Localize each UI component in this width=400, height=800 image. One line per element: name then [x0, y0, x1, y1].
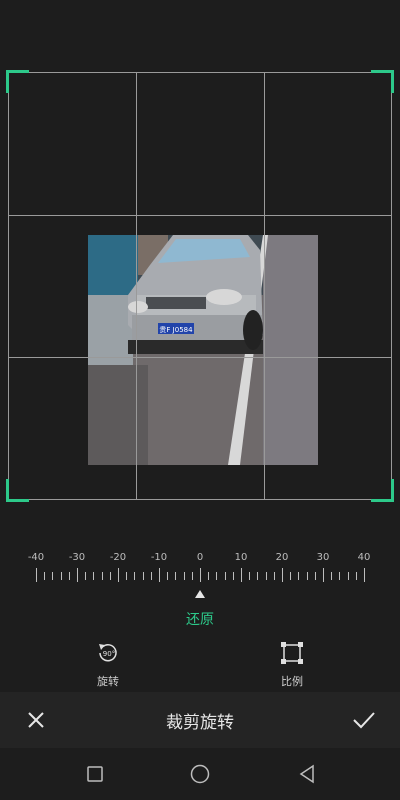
- ruler-label: 40: [357, 552, 371, 563]
- rotate-button[interactable]: 90° 旋转: [78, 640, 138, 689]
- ruler-tick-minor: [60, 572, 62, 580]
- ruler-label: -30: [68, 552, 86, 563]
- ruler-tick-minor: [183, 572, 185, 580]
- rotation-ruler[interactable]: -40 -30 -20 -10 0 10 20 30 40: [20, 552, 380, 592]
- crop-handle-bottom-left[interactable]: [6, 479, 29, 502]
- ruler-tick-minor: [142, 572, 144, 580]
- ruler-tick-major: [364, 568, 365, 582]
- ruler-tick-minor: [85, 572, 87, 580]
- ruler-tick-minor: [273, 572, 275, 580]
- ruler-tick-minor: [208, 572, 210, 580]
- ruler-tick-minor: [347, 572, 349, 580]
- ruler-tick-major: [323, 568, 324, 582]
- crop-area[interactable]: 贵F J0584: [6, 70, 394, 502]
- crop-handle-top-left[interactable]: [6, 70, 29, 93]
- crop-frame: [8, 72, 392, 500]
- ruler-label: -40: [27, 552, 45, 563]
- aspect-ratio-icon: [281, 642, 303, 664]
- ruler-tick-minor: [68, 572, 70, 580]
- ruler-label: -10: [150, 552, 168, 563]
- ruler-tick-minor: [167, 572, 169, 580]
- ruler-tick-minor: [126, 572, 128, 580]
- ratio-label: 比例: [281, 675, 303, 688]
- ruler-tick-major: [282, 568, 283, 582]
- ruler-tick-minor: [216, 572, 218, 580]
- ruler-tick-minor: [224, 572, 226, 580]
- ratio-button[interactable]: 比例: [262, 640, 322, 689]
- ruler-tick-minor: [101, 572, 103, 580]
- rotate-90-icon: 90°: [99, 644, 117, 662]
- ruler-tick-minor: [257, 572, 259, 580]
- ruler-tick-minor: [355, 572, 357, 580]
- ruler-tick-minor: [339, 572, 341, 580]
- ruler-indicator-icon: [195, 590, 205, 598]
- back-icon[interactable]: [295, 762, 319, 786]
- grid-line-horizontal: [9, 215, 391, 216]
- grid-line-vertical: [264, 73, 265, 499]
- home-icon[interactable]: [188, 762, 212, 786]
- ruler-tick-minor: [44, 572, 46, 580]
- ruler-tick-major: [118, 568, 119, 582]
- ruler-label: 0: [196, 552, 204, 563]
- recent-apps-icon[interactable]: [83, 762, 107, 786]
- ruler-label: 20: [275, 552, 289, 563]
- ruler-label: 10: [234, 552, 248, 563]
- ruler-tick-major: [241, 568, 242, 582]
- ruler-tick-minor: [175, 572, 177, 580]
- ruler-tick-minor: [232, 572, 234, 580]
- ruler-tick-minor: [290, 572, 292, 580]
- grid-line-vertical: [136, 73, 137, 499]
- ruler-tick-minor: [150, 572, 152, 580]
- rotate-badge: 90°: [103, 650, 115, 658]
- crop-handle-top-right[interactable]: [371, 70, 394, 93]
- reset-button[interactable]: 还原: [0, 609, 400, 629]
- ruler-tick-minor: [314, 572, 316, 580]
- ruler-tick-minor: [249, 572, 251, 580]
- action-bar: 裁剪旋转: [0, 692, 400, 748]
- crop-handle-bottom-right[interactable]: [371, 479, 394, 502]
- ruler-tick-minor: [52, 572, 54, 580]
- ruler-tick-minor: [109, 572, 111, 580]
- confirm-check-icon[interactable]: [350, 706, 378, 734]
- page-title: 裁剪旋转: [166, 713, 234, 733]
- ruler-tick-major: [200, 568, 201, 582]
- ruler-tick-minor: [331, 572, 333, 580]
- ruler-tick-major: [159, 568, 160, 582]
- ruler-tick-minor: [265, 572, 267, 580]
- ruler-tick-minor: [93, 572, 95, 580]
- grid-line-horizontal: [9, 357, 391, 358]
- ruler-label: 30: [316, 552, 330, 563]
- ruler-tick-minor: [306, 572, 308, 580]
- ruler-tick-minor: [298, 572, 300, 580]
- ruler-label: -20: [109, 552, 127, 563]
- ruler-tick-minor: [191, 572, 193, 580]
- rotate-label: 旋转: [97, 675, 119, 688]
- ruler-tick-major: [36, 568, 37, 582]
- system-nav-bar: [0, 748, 400, 800]
- ruler-tick-major: [77, 568, 78, 582]
- ruler-tick-minor: [134, 572, 136, 580]
